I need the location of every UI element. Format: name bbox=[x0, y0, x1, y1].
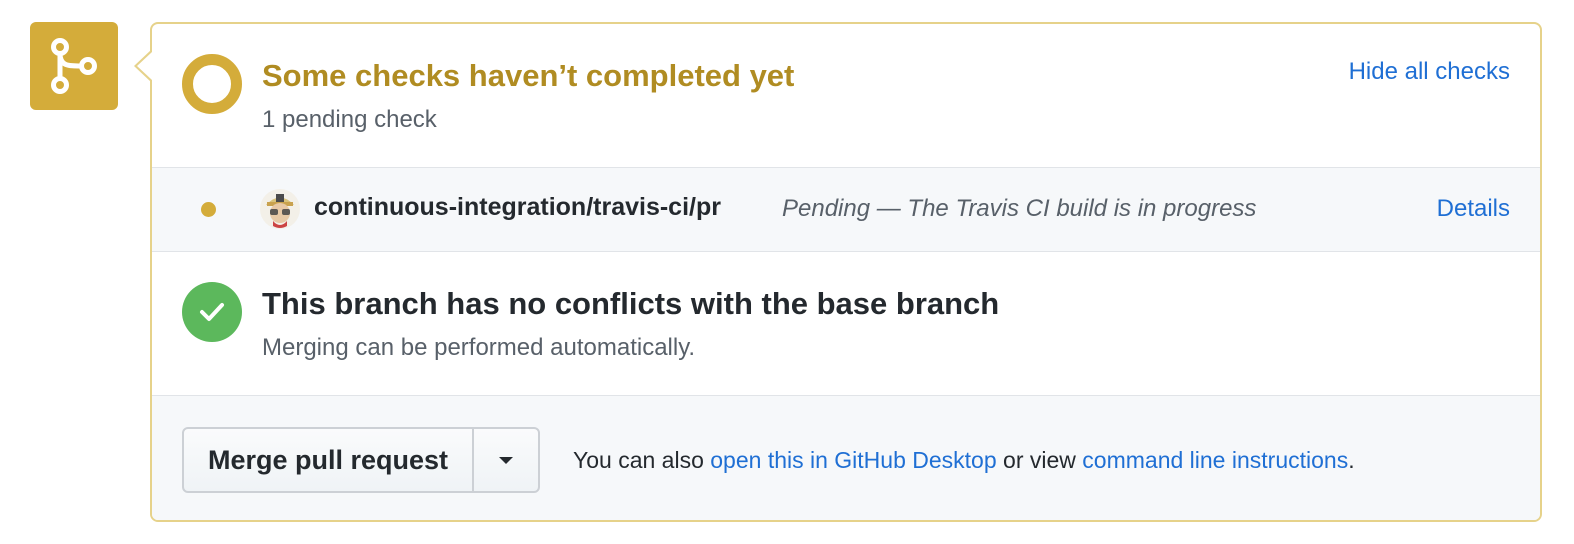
merge-actions-section: Merge pull request You can also open thi… bbox=[152, 396, 1540, 520]
command-line-instructions-link[interactable]: command line instructions bbox=[1082, 447, 1348, 473]
merge-alternatives-text: You can also open this in GitHub Desktop… bbox=[573, 447, 1355, 474]
check-name: continuous-integration/travis-ci/pr bbox=[314, 193, 721, 221]
merge-pull-request-button[interactable]: Merge pull request bbox=[184, 429, 475, 491]
pending-dot-icon bbox=[201, 202, 216, 217]
github-desktop-link[interactable]: open this in GitHub Desktop bbox=[710, 447, 996, 473]
hide-all-checks-link[interactable]: Hide all checks bbox=[1349, 58, 1510, 86]
merge-text-middle: or view bbox=[996, 447, 1083, 473]
conflict-subtitle: Merging can be performed automatically. bbox=[262, 334, 696, 361]
git-merge-icon bbox=[30, 22, 118, 110]
checks-status-subtitle: 1 pending check bbox=[262, 106, 437, 133]
pending-ring-icon bbox=[182, 54, 242, 114]
travis-ci-avatar bbox=[260, 189, 300, 229]
check-icon bbox=[182, 282, 242, 342]
conflict-status-section: This branch has no conflicts with the ba… bbox=[152, 252, 1540, 396]
panel-pointer-fill bbox=[137, 52, 152, 80]
details-link[interactable]: Details bbox=[1437, 195, 1510, 223]
merge-text-suffix: . bbox=[1348, 447, 1355, 473]
merge-status-panel: Some checks haven’t completed yet 1 pend… bbox=[150, 22, 1542, 522]
checks-status-section: Some checks haven’t completed yet 1 pend… bbox=[152, 24, 1540, 168]
merge-button-group: Merge pull request bbox=[182, 427, 541, 493]
merge-options-dropdown[interactable] bbox=[474, 429, 538, 491]
check-row: continuous-integration/travis-ci/pr Pend… bbox=[152, 168, 1540, 252]
conflict-title: This branch has no conflicts with the ba… bbox=[262, 286, 1000, 321]
caret-down-icon bbox=[499, 456, 514, 464]
merge-text-prefix: You can also bbox=[573, 447, 711, 473]
check-description: Pending — The Travis CI build is in prog… bbox=[782, 195, 1257, 222]
checks-status-title: Some checks haven’t completed yet bbox=[262, 58, 795, 93]
